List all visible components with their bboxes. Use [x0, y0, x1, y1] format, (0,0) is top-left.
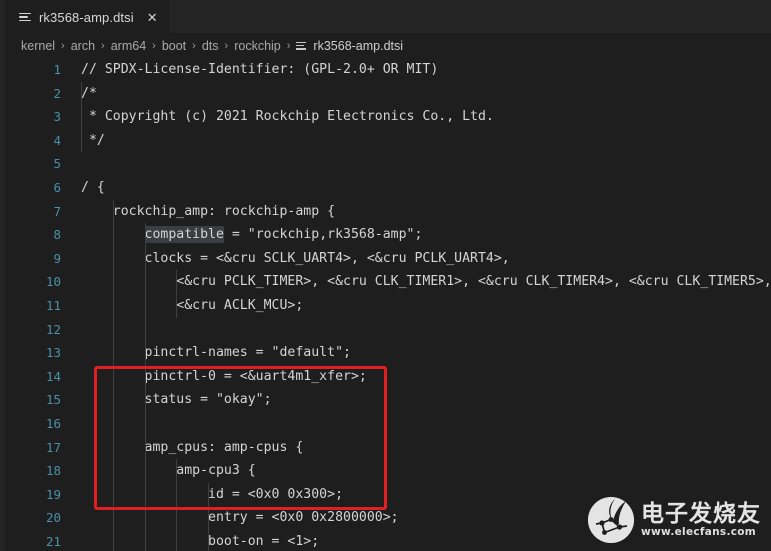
code-editor-area[interactable]: 1 // SPDX-License-Identifier: (GPL-2.0+ O… [5, 58, 771, 551]
breadcrumb: kernel › arch › arm64 › boot › dts › rockchip › rk35… [5, 34, 771, 58]
line-number: 12 [45, 321, 61, 337]
code-line[interactable]: 3 * Copyright (c) 2021 Rockchip Electron… [5, 105, 771, 129]
breadcrumb-item-boot[interactable]: boot [162, 39, 186, 53]
line-number: 10 [45, 274, 61, 290]
indent-guide [144, 223, 146, 551]
line-number: 21 [45, 533, 61, 549]
editor-tab-bar: rk3568-amp.dtsi ✕ [5, 0, 771, 34]
line-number: 15 [45, 392, 61, 408]
breadcrumb-separator-icon: › [101, 40, 105, 52]
indent-guide [112, 199, 114, 551]
elecfans-watermark: 电子发烧友 www.elecfans.com [588, 497, 761, 543]
code-line[interactable]: 6 / { [5, 176, 771, 200]
code-line[interactable]: 14 pinctrl-0 = <&uart4m1_xfer>; [5, 365, 771, 389]
code-line[interactable]: 8 compatible = "rockchip,rk3568-amp"; [5, 223, 771, 247]
code-line[interactable]: 15 status = "okay"; [5, 388, 771, 412]
code-line-text: entry = <0x0 0x2800000>; [81, 510, 399, 526]
code-line[interactable]: 13 pinctrl-names = "default"; [5, 341, 771, 365]
code-line-text: * Copyright (c) 2021 Rockchip Electronic… [81, 109, 494, 125]
line-number: 1 [53, 62, 61, 77]
breadcrumb-item-arch[interactable]: arch [71, 39, 95, 53]
code-line-text: rockchip_amp: rockchip-amp { [81, 203, 336, 219]
file-lines-icon [296, 41, 307, 52]
line-number: 8 [53, 227, 61, 243]
line-number: 4 [53, 132, 61, 148]
elecfans-logo-icon [588, 497, 634, 543]
breadcrumb-separator-icon: › [61, 40, 65, 52]
close-icon[interactable]: ✕ [147, 11, 158, 24]
breadcrumb-separator-icon: › [286, 40, 291, 52]
line-number: 6 [53, 179, 61, 195]
code-line[interactable]: 10 <&cru PCLK_TIMER>, <&cru CLK_TIMER1>,… [5, 270, 771, 294]
indent-guide [176, 459, 178, 551]
indent-guide [208, 482, 210, 551]
code-line[interactable]: 11 <&cru ACLK_MCU>; [5, 294, 771, 318]
line-number: 19 [45, 486, 61, 502]
breadcrumb-separator-icon: › [152, 40, 156, 52]
code-line-text: amp_cpus: amp-cpus { [81, 439, 304, 455]
breadcrumb-item-rockchip[interactable]: rockchip [234, 39, 281, 53]
code-line-text: status = "okay"; [81, 392, 272, 408]
code-line[interactable]: 5 [5, 152, 771, 176]
line-number: 18 [45, 463, 61, 479]
line-number: 7 [53, 203, 61, 219]
code-line-text: boot-on = <1>; [81, 533, 320, 549]
code-line[interactable]: 18 amp-cpu3 { [5, 459, 771, 483]
indent-guide [81, 81, 82, 153]
breadcrumb-item-kernel[interactable]: kernel [21, 39, 55, 53]
code-line-text: / { [81, 179, 105, 195]
code-line[interactable]: 7 rockchip_amp: rockchip-amp { [5, 200, 771, 224]
line-number: 5 [53, 156, 61, 172]
line-number: 20 [45, 510, 61, 526]
watermark-url: www.elecfans.com [641, 526, 757, 539]
line-number: 2 [53, 85, 61, 101]
code-line[interactable]: 2 /* [5, 82, 771, 106]
code-line-text: <&cru ACLK_MCU>; [81, 297, 304, 313]
line-number: 9 [53, 250, 61, 266]
watermark-title: 电子发烧友 [641, 501, 761, 528]
code-line[interactable]: 4 */ [5, 129, 771, 153]
code-line[interactable]: 16 [5, 412, 771, 436]
code-line-text: <&cru PCLK_TIMER>, <&cru CLK_TIMER1>, <&… [81, 274, 771, 290]
code-line[interactable]: 9 clocks = <&cru SCLK_UART4>, <&cru PCLK… [5, 247, 771, 271]
breadcrumb-separator-icon: › [192, 40, 196, 52]
line-number: 3 [53, 109, 61, 125]
code-line-text: pinctrl-0 = <&uart4m1_xfer>; [81, 368, 367, 384]
indent-guide [176, 270, 178, 318]
code-line-text: compatible = "rockchip,rk3568-amp"; [144, 226, 423, 244]
breadcrumb-separator-icon: › [224, 40, 229, 52]
editor-tab-rk3568-amp-dtsi[interactable]: rk3568-amp.dtsi ✕ [5, 0, 169, 34]
breadcrumb-file-label: rk3568-amp.dtsi [313, 39, 404, 53]
file-lines-icon [19, 11, 32, 24]
breadcrumb-item-dts[interactable]: dts [202, 39, 219, 53]
breadcrumb-item-arm64[interactable]: arm64 [111, 39, 146, 53]
code-line-text: // SPDX-License-Identifier: (GPL-2.0+ OR… [81, 62, 439, 77]
selected-word: compatible [144, 226, 224, 244]
code-editor-window: rk3568-amp.dtsi ✕ kernel › arch › arm64 › boot… [0, 0, 771, 551]
code-line-text: pinctrl-names = "default"; [81, 345, 351, 361]
line-number: 13 [45, 345, 61, 361]
code-line[interactable]: 12 [5, 318, 771, 342]
code-line-text: */ [81, 132, 105, 148]
editor-tab-label: rk3568-amp.dtsi [39, 9, 134, 25]
line-number: 17 [45, 439, 61, 455]
line-number: 16 [45, 415, 61, 431]
code-line-text: /* [81, 85, 97, 101]
code-line[interactable]: 1 // SPDX-License-Identifier: (GPL-2.0+ O… [5, 58, 771, 82]
line-number: 14 [45, 368, 61, 384]
code-line[interactable]: 17 amp_cpus: amp-cpus { [5, 436, 771, 460]
breadcrumb-file[interactable]: rk3568-amp.dtsi [296, 39, 403, 53]
code-line-text: id = <0x0 0x300>; [81, 486, 344, 502]
line-number: 11 [45, 297, 61, 313]
code-line-text: amp-cpu3 { [81, 463, 256, 479]
